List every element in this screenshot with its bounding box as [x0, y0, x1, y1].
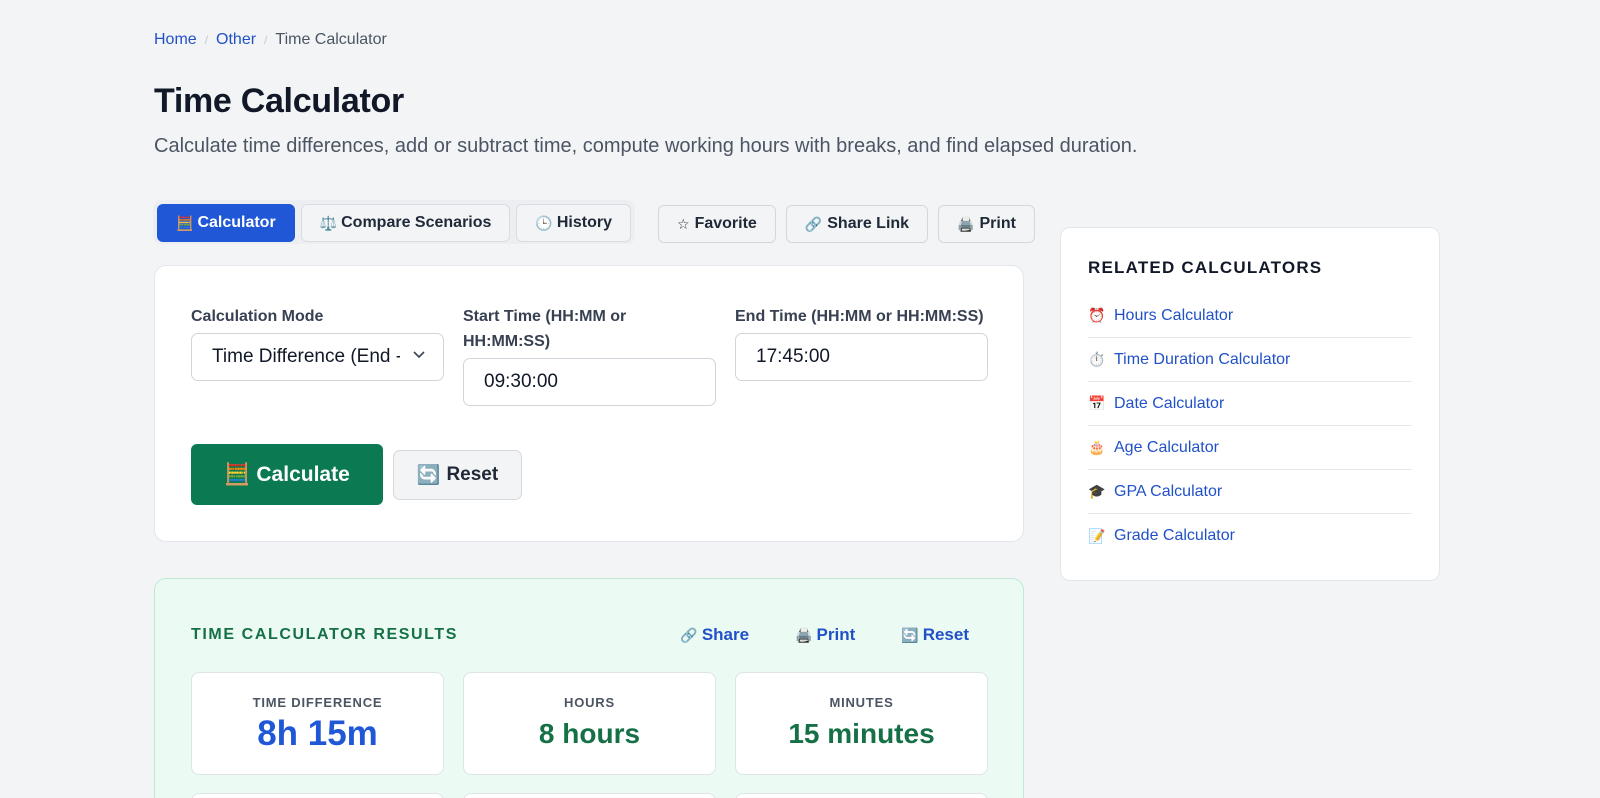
stat-hours: HOURS 8 hours [463, 672, 716, 775]
abacus-icon: 🧮 [224, 462, 251, 486]
calculation-mode-field: Calculation Mode Time Difference (End - … [191, 304, 444, 381]
breadcrumb: Home / Other / Time Calculator [154, 31, 387, 49]
calculation-mode-value: Time Difference (End - Start) [212, 346, 400, 367]
breadcrumb-other[interactable]: Other [216, 31, 256, 49]
graduation-cap-icon: 🎓 [1088, 483, 1106, 499]
related-link-age-calculator[interactable]: Age Calculator [1114, 439, 1219, 457]
chevron-down-icon [411, 346, 427, 367]
start-time-value: 09:30:00 [484, 371, 558, 392]
favorite-label: Favorite [694, 215, 757, 232]
printer-icon: 🖨️ [795, 626, 813, 643]
stat-label: TIME DIFFERENCE [252, 695, 383, 710]
calculate-label: Calculate [256, 462, 350, 486]
tab-compare-scenarios[interactable]: ⚖️ Compare Scenarios [300, 204, 511, 242]
stopwatch-icon: ⏱️ [1088, 351, 1106, 367]
calculate-button[interactable]: 🧮 Calculate [191, 444, 383, 505]
reset-label: Reset [446, 464, 499, 485]
results-reset-label: Reset [922, 625, 969, 644]
link-icon: 🔗 [804, 215, 823, 232]
list-item: ⏰ Hours Calculator [1088, 294, 1412, 338]
results-panel: TIME CALCULATOR RESULTS 🔗 Share 🖨️ Print… [154, 578, 1024, 798]
start-time-field: Start Time (HH:MM or HH:MM:SS) 09:30:00 [463, 304, 716, 406]
tab-bar: 🧮 Calculator ⚖️ Compare Scenarios 🕒 Hist… [153, 200, 635, 244]
stat-label: MINUTES [829, 695, 894, 710]
related-link-date-calculator[interactable]: Date Calculator [1114, 395, 1224, 413]
tab-label: History [556, 214, 612, 231]
results-actions: 🔗 Share 🖨️ Print 🔄 Reset [680, 625, 969, 645]
alarm-clock-icon: ⏰ [1088, 307, 1106, 323]
stat-card-partial [735, 793, 988, 798]
related-calculators-title: RELATED CALCULATORS [1088, 258, 1323, 277]
printer-icon: 🖨️ [957, 215, 975, 232]
tab-label: Calculator [197, 214, 276, 231]
refresh-icon: 🔄 [416, 465, 441, 486]
share-link-label: Share Link [827, 215, 910, 232]
calculator-form: Calculation Mode Time Difference (End - … [154, 265, 1024, 542]
results-title: TIME CALCULATOR RESULTS [191, 626, 459, 643]
related-link-hours-calculator[interactable]: Hours Calculator [1114, 307, 1233, 325]
results-reset-link[interactable]: 🔄 Reset [901, 625, 969, 645]
tab-history[interactable]: 🕒 History [516, 204, 631, 242]
page-description: Calculate time differences, add or subtr… [154, 135, 1138, 157]
results-share-label: Share [701, 625, 750, 644]
tab-label: Compare Scenarios [341, 214, 492, 231]
stat-time-difference: TIME DIFFERENCE 8h 15m [191, 672, 444, 775]
abacus-icon: 🧮 [176, 214, 194, 231]
related-link-time-duration-calculator[interactable]: Time Duration Calculator [1114, 351, 1290, 369]
page-actions: ☆ Favorite 🔗 Share Link 🖨️ Print [658, 205, 1035, 243]
end-time-label: End Time (HH:MM or HH:MM:SS) [735, 308, 984, 325]
tab-calculator[interactable]: 🧮 Calculator [157, 204, 295, 242]
breadcrumb-current: Time Calculator [275, 31, 387, 48]
share-link-button[interactable]: 🔗 Share Link [785, 205, 929, 243]
related-link-gpa-calculator[interactable]: GPA Calculator [1114, 483, 1222, 501]
scales-icon: ⚖️ [319, 214, 338, 231]
memo-icon: 📝 [1088, 527, 1106, 544]
link-icon: 🔗 [680, 626, 698, 643]
calendar-icon: 📅 [1088, 395, 1106, 411]
breadcrumb-separator: / [264, 33, 268, 47]
stat-value: 15 minutes [788, 718, 935, 749]
end-time-field: End Time (HH:MM or HH:MM:SS) 17:45:00 [735, 304, 988, 381]
start-time-label: Start Time (HH:MM or HH:MM:SS) [463, 308, 627, 350]
list-item: 📝 Grade Calculator [1088, 514, 1412, 558]
related-link-grade-calculator[interactable]: Grade Calculator [1114, 527, 1235, 545]
list-item: 🎂 Age Calculator [1088, 426, 1412, 470]
end-time-input[interactable]: 17:45:00 [735, 333, 988, 381]
related-calculators-list: ⏰ Hours Calculator ⏱️ Time Duration Calc… [1088, 294, 1412, 558]
stat-minutes: MINUTES 15 minutes [735, 672, 988, 775]
stat-card-partial [191, 793, 444, 798]
breadcrumb-home[interactable]: Home [154, 31, 197, 49]
list-item: 🎓 GPA Calculator [1088, 470, 1412, 514]
stat-label: HOURS [564, 695, 615, 710]
star-icon: ☆ [677, 215, 690, 232]
cake-icon: 🎂 [1088, 439, 1106, 455]
reset-button[interactable]: 🔄 Reset [393, 450, 522, 500]
print-button[interactable]: 🖨️ Print [938, 205, 1035, 243]
list-item: 📅 Date Calculator [1088, 382, 1412, 426]
results-print-link[interactable]: 🖨️ Print [795, 625, 855, 645]
start-time-input[interactable]: 09:30:00 [463, 358, 716, 406]
breadcrumb-separator: / [204, 33, 209, 47]
calculation-mode-label: Calculation Mode [191, 308, 324, 325]
stat-value: 8h 15m [257, 714, 378, 753]
clock-icon: 🕒 [535, 214, 553, 231]
end-time-value: 17:45:00 [756, 346, 830, 367]
results-share-link[interactable]: 🔗 Share [680, 625, 749, 645]
stat-card-partial [463, 793, 716, 798]
page-title: Time Calculator [154, 82, 404, 120]
print-label: Print [979, 215, 1016, 232]
stat-value: 8 hours [538, 718, 641, 749]
calculation-mode-select[interactable]: Time Difference (End - Start) [191, 333, 444, 381]
results-print-label: Print [816, 625, 856, 644]
refresh-icon: 🔄 [901, 626, 919, 643]
favorite-button[interactable]: ☆ Favorite [658, 205, 776, 243]
list-item: ⏱️ Time Duration Calculator [1088, 338, 1412, 382]
related-calculators: RELATED CALCULATORS ⏰ Hours Calculator ⏱… [1060, 227, 1440, 581]
